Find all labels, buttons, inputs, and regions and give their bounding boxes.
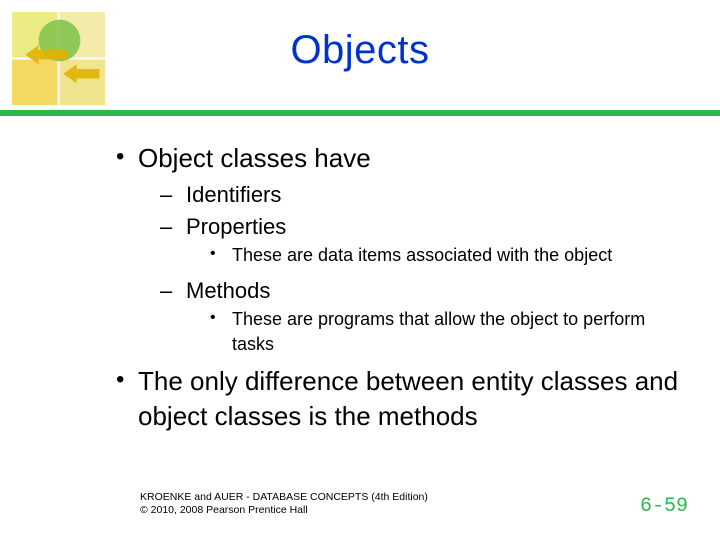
bullet-level1: Object classes have (110, 141, 680, 176)
footer-line: KROENKE and AUER - DATABASE CONCEPTS (4t… (140, 491, 428, 505)
bullet-level2: Identifiers (160, 180, 680, 210)
footer-text: KROENKE and AUER - DATABASE CONCEPTS (4t… (140, 491, 428, 518)
bullet-level3: These are programs that allow the object… (210, 307, 680, 356)
slide: { "title": "Objects", "bullets": { "b0":… (0, 0, 720, 540)
title-divider (0, 110, 720, 116)
bullet-level2: Methods (160, 276, 680, 306)
bullet-level3: These are data items associated with the… (210, 243, 680, 267)
slide-body: Object classes have Identifiers Properti… (110, 135, 680, 438)
footer-line: © 2010, 2008 Pearson Prentice Hall (140, 504, 428, 518)
slide-title: Objects (0, 28, 720, 73)
bullet-level1: The only difference between entity class… (110, 364, 680, 434)
page-number: 6-59 (640, 495, 688, 518)
bullet-level2: Properties (160, 212, 680, 242)
